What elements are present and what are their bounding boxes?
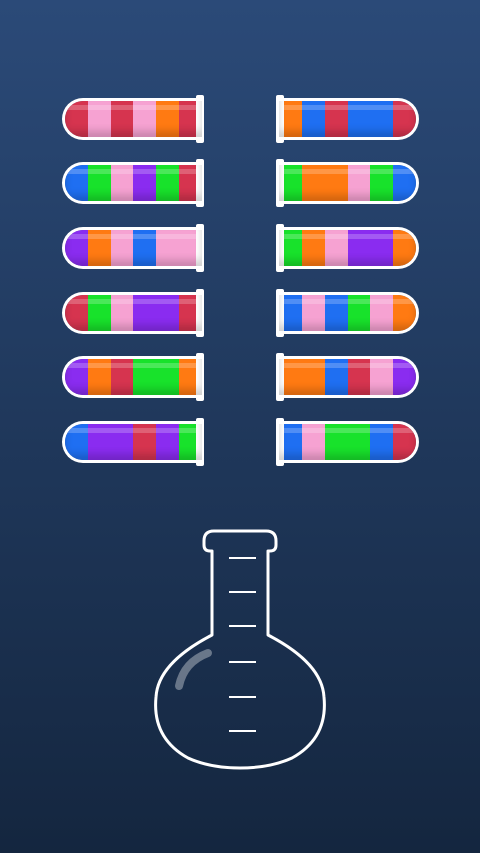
empty-flask-icon[interactable] — [0, 0, 480, 853]
glass-highlight — [175, 649, 212, 690]
flask-outline — [154, 529, 326, 770]
game-screen — [0, 0, 480, 853]
